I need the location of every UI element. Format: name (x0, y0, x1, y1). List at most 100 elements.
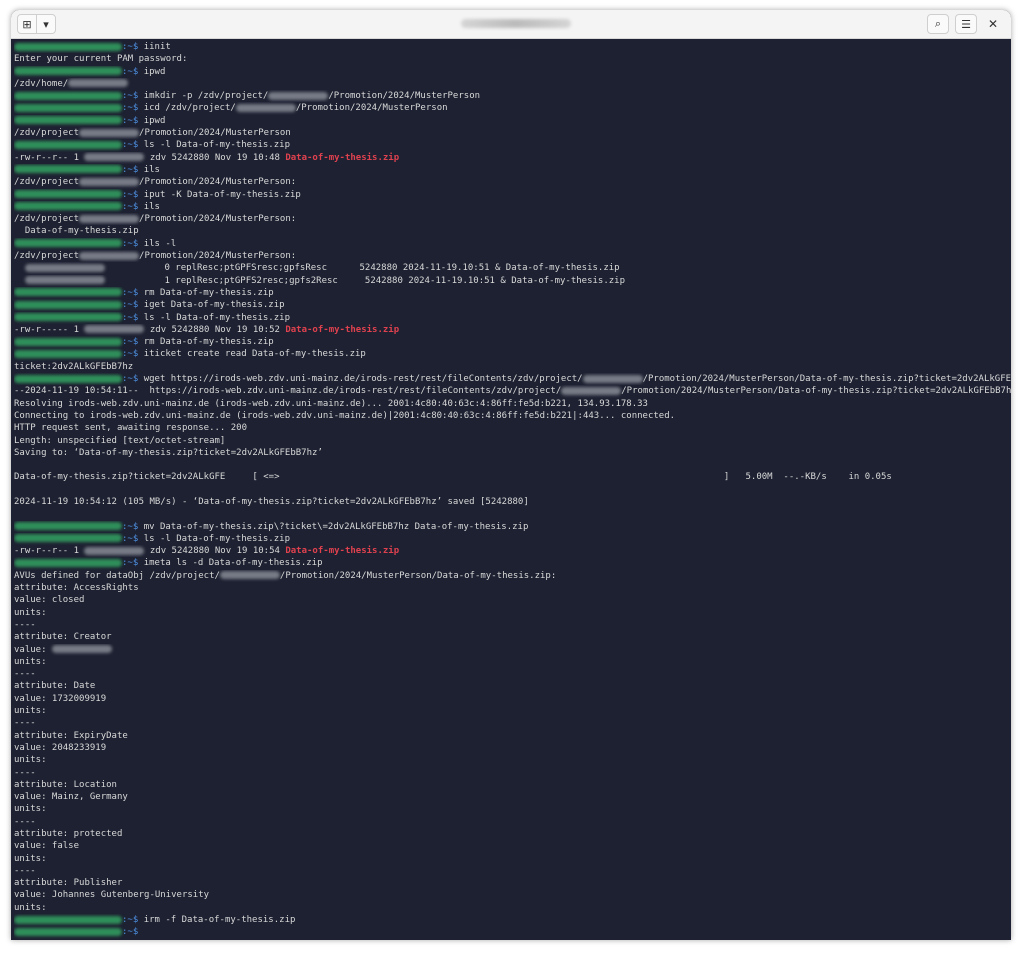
line-text: value: false (14, 841, 80, 852)
line-text: irm -f Data-of-my-thesis.zip (143, 915, 296, 926)
close-icon[interactable]: ✕ (983, 15, 1003, 33)
command-line: :~$ iticket create read Data-of-my-thesi… (14, 348, 1011, 360)
prompt-symbol: :~$ (122, 91, 144, 102)
line-text: --2024-11-19 10:54:11-- https://irods-we… (14, 386, 562, 397)
redacted-user-host (14, 337, 122, 346)
new-tab-group: ⊞ ▾ (17, 14, 56, 34)
line-text-continued: 1 replResc;ptGPFS2resc;gpfs2Resc 5242880… (104, 275, 626, 286)
command-line: :~$ imeta ls -d Data-of-my-thesis.zip (14, 557, 1011, 569)
highlighted-filename: Data-of-my-thesis.zip (285, 324, 400, 335)
redacted-user-host (14, 522, 122, 531)
line-text: ls -l Data-of-my-thesis.zip (143, 140, 290, 151)
output-line: /zdv/project/Promotion/2024/MusterPerson… (14, 176, 1011, 188)
output-line: 1 replResc;ptGPFS2resc;gpfs2Resc 5242880… (14, 275, 1011, 287)
command-line: :~$ mv Data-of-my-thesis.zip\?ticket\=2d… (14, 521, 1011, 533)
redacted-user-host (14, 42, 122, 51)
hamburger-menu-icon[interactable]: ☰ (955, 14, 977, 34)
prompt-symbol: :~$ (122, 558, 144, 569)
redacted-user-host (14, 239, 122, 248)
line-text: ipwd (143, 115, 166, 126)
redacted-user-host (14, 67, 122, 76)
line-text: units: (14, 853, 47, 864)
redacted-text (582, 374, 643, 383)
line-text: ils (143, 164, 160, 175)
command-line: :~$ wget https://irods-web.zdv.uni-mainz… (14, 373, 1011, 385)
line-text: -rw-r----- 1 (14, 324, 85, 335)
line-text: wget https://irods-web.zdv.uni-mainz.de/… (143, 374, 583, 385)
prompt-symbol: :~$ (122, 238, 144, 249)
output-line: ---- (14, 767, 1011, 779)
output-line: /zdv/project/Promotion/2024/MusterPerson (14, 127, 1011, 139)
command-line: :~$ ls -l Data-of-my-thesis.zip (14, 139, 1011, 151)
line-text: -rw-r--r-- 1 (14, 152, 85, 163)
line-text: ls -l Data-of-my-thesis.zip (143, 533, 290, 544)
line-text: value: 1732009919 (14, 693, 107, 704)
line-text-continued: /Promotion/2024/MusterPerson: (139, 177, 297, 188)
redacted-user-host (14, 288, 122, 297)
line-text: attribute: Location (14, 779, 117, 790)
prompt-symbol: :~$ (122, 42, 144, 52)
terminal-output[interactable]: :~$ iinit Enter your current PAM password… (11, 39, 1011, 940)
redacted-text (84, 153, 145, 162)
redacted-user-host (14, 534, 122, 543)
output-line: -rw-r--r-- 1 zdv 5242880 Nov 19 10:54 Da… (14, 545, 1011, 557)
line-text: Enter your current PAM password: (14, 54, 188, 65)
line-text: units: (14, 902, 47, 913)
redacted-text (79, 251, 140, 260)
output-line: attribute: protected (14, 828, 1011, 840)
output-line: units: (14, 803, 1011, 815)
redacted-text (84, 325, 145, 334)
title-bar: ⊞ ▾ ⌕ ☰ ✕ (11, 10, 1011, 39)
prompt-symbol: :~$ (122, 287, 144, 298)
prompt-symbol: :~$ (122, 927, 144, 938)
line-text: units: (14, 607, 47, 618)
redacted-text (79, 177, 140, 186)
output-line: value: Mainz, Germany (14, 791, 1011, 803)
prompt-symbol: :~$ (122, 66, 144, 77)
command-line: :~$ ils (14, 164, 1011, 176)
line-text: Data-of-my-thesis.zip?ticket=2dv2ALkGFE … (14, 472, 892, 483)
output-line: 2024-11-19 10:54:12 (105 MB/s) - ‘Data-o… (14, 496, 1011, 508)
redacted-user-host (14, 202, 122, 211)
output-line: units: (14, 853, 1011, 865)
line-text-continued: zdv 5242880 Nov 19 10:48 (144, 152, 286, 163)
line-text: units: (14, 656, 47, 667)
highlighted-filename: Data-of-my-thesis.zip (285, 546, 400, 557)
line-text: ls -l Data-of-my-thesis.zip (143, 312, 290, 323)
line-text: ipwd (143, 66, 166, 77)
command-line: :~$ iinit (14, 41, 1011, 53)
prompt-symbol: :~$ (122, 201, 144, 212)
output-line: value: closed (14, 594, 1011, 606)
redacted-text (24, 276, 105, 285)
command-line: :~$ ipwd (14, 66, 1011, 78)
line-text-continued: /Promotion/2024/MusterPerson (295, 103, 448, 114)
prompt-symbol: :~$ (122, 189, 144, 200)
output-line: Enter your current PAM password: (14, 53, 1011, 65)
line-text: ---- (14, 619, 36, 630)
redacted-text (561, 386, 622, 395)
search-icon[interactable]: ⌕ (927, 14, 949, 34)
line-text-continued: /Promotion/2024/MusterPerson: (139, 214, 297, 225)
line-text: value: 2048233919 (14, 742, 107, 753)
line-text-continued: /Promotion/2024/MusterPerson: (139, 251, 297, 262)
prompt-symbol: :~$ (122, 164, 144, 175)
new-tab-icon[interactable]: ⊞ (18, 15, 36, 33)
output-line: /zdv/project/Promotion/2024/MusterPerson… (14, 250, 1011, 262)
output-line: attribute: Creator (14, 631, 1011, 643)
output-line: attribute: Date (14, 680, 1011, 692)
output-line: ---- (14, 668, 1011, 680)
line-text: 2024-11-19 10:54:12 (105 MB/s) - ‘Data-o… (14, 496, 529, 507)
chevron-down-icon[interactable]: ▾ (36, 15, 55, 33)
output-line: Resolving irods-web.zdv.uni-mainz.de (ir… (14, 398, 1011, 410)
line-text: attribute: AccessRights (14, 583, 139, 594)
prompt-symbol: :~$ (122, 300, 144, 311)
line-text: ---- (14, 718, 36, 729)
redacted-user-host (14, 927, 122, 936)
redacted-user-host (14, 349, 122, 358)
prompt-symbol: :~$ (122, 337, 144, 348)
output-line: units: (14, 705, 1011, 717)
output-line: attribute: AccessRights (14, 582, 1011, 594)
command-line: :~$ iput -K Data-of-my-thesis.zip (14, 189, 1011, 201)
prompt-symbol: :~$ (122, 374, 144, 385)
